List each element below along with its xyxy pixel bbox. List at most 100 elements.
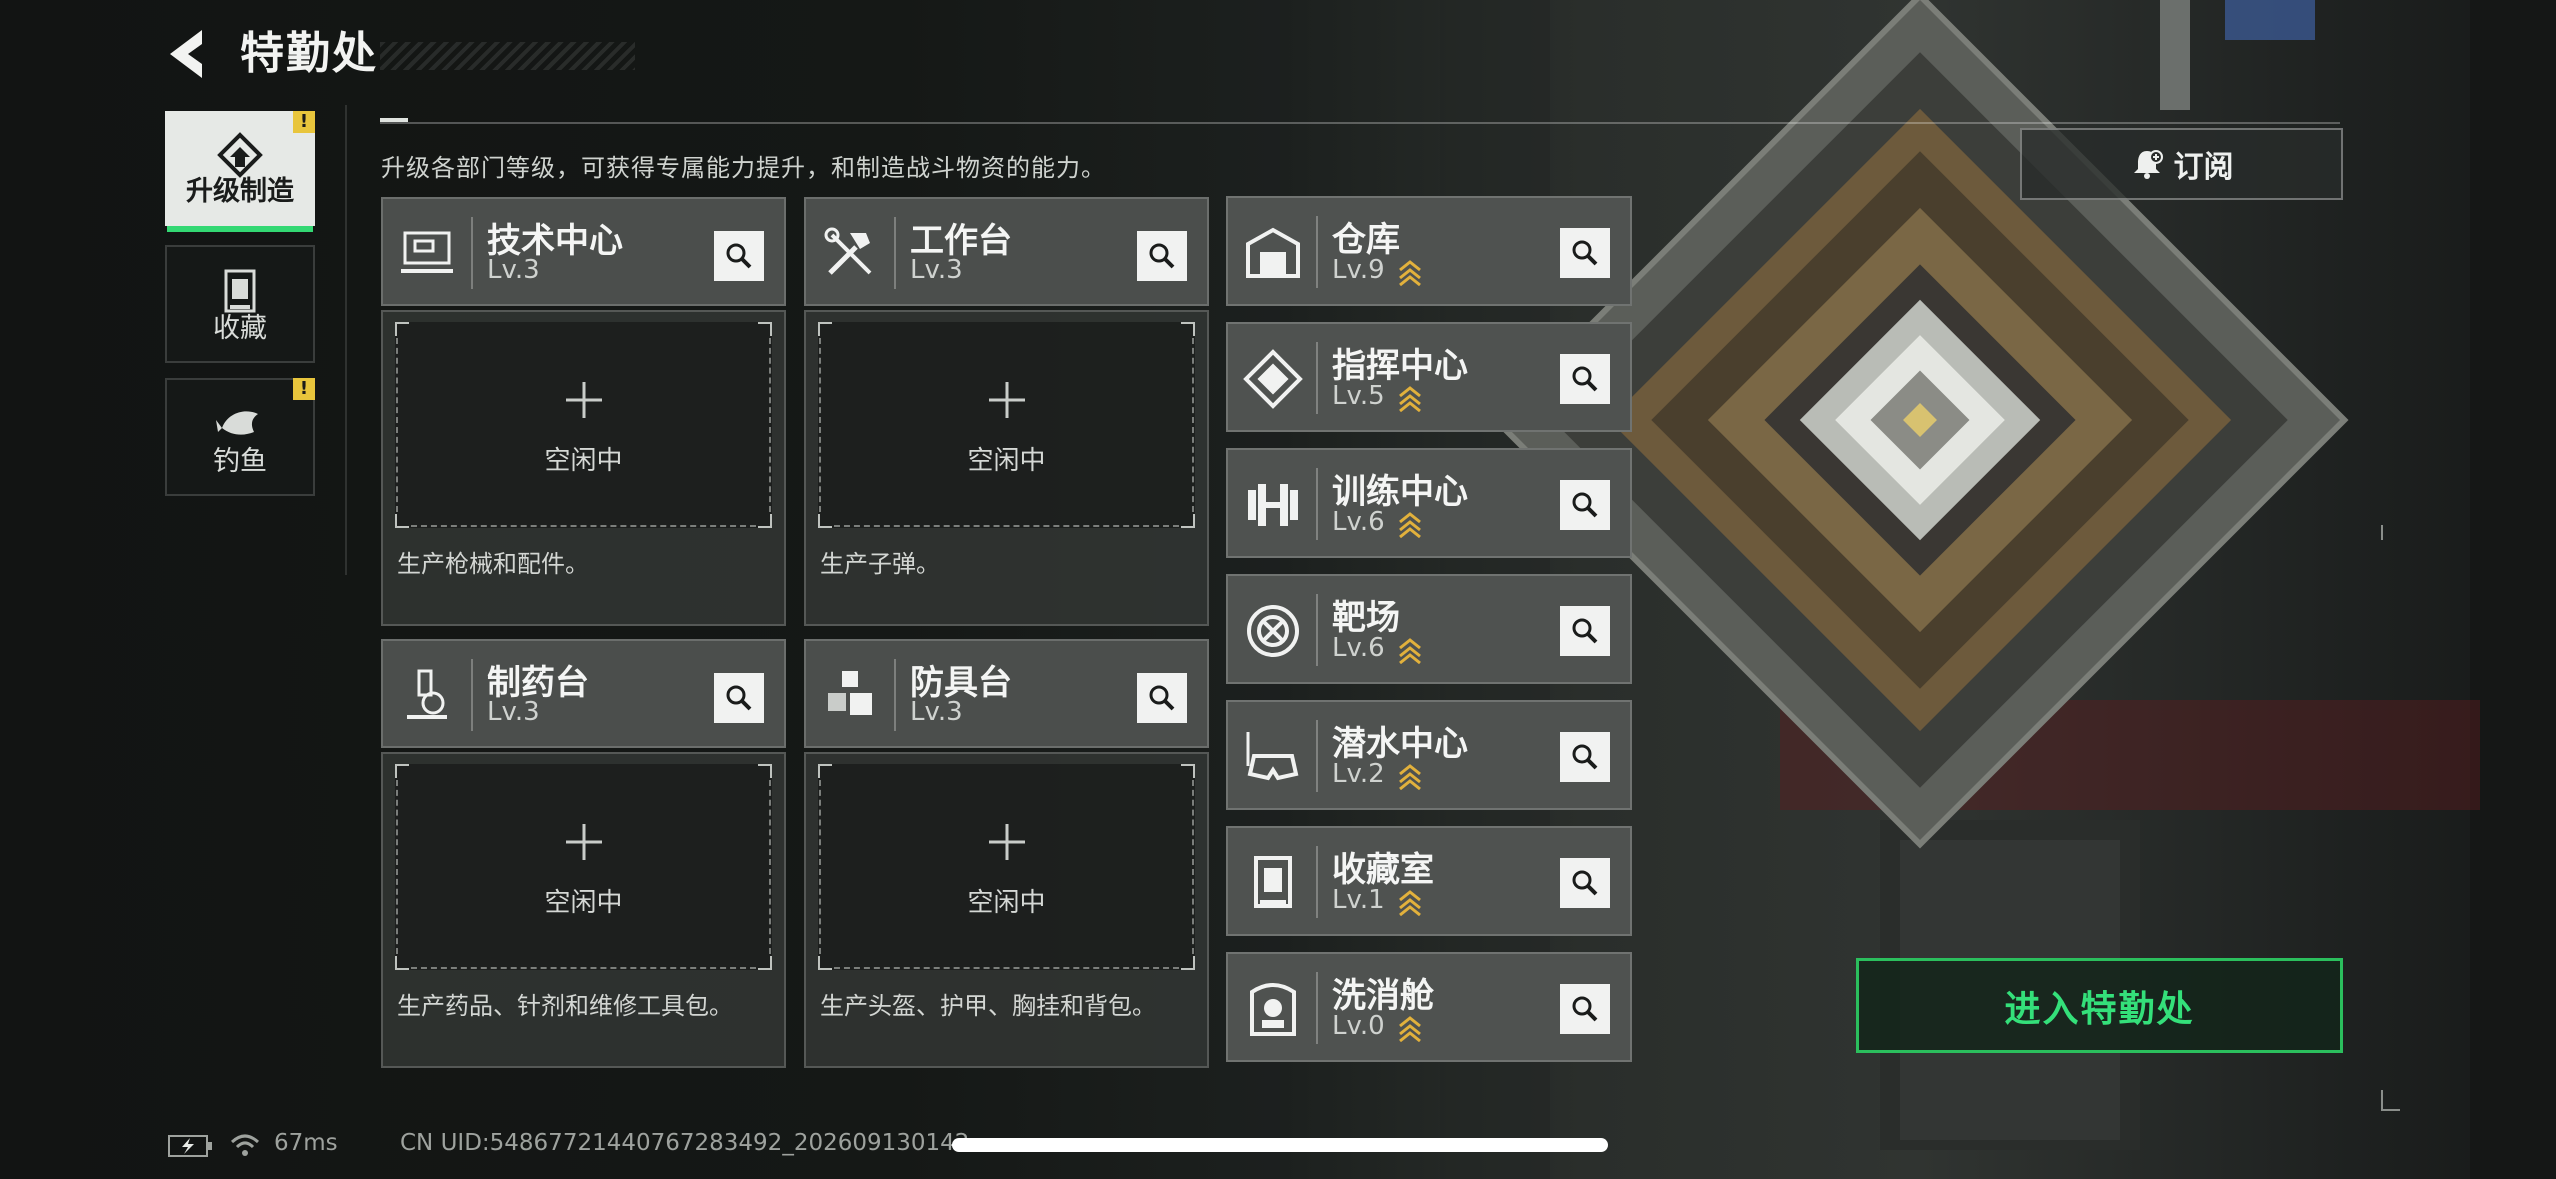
search-icon: [1149, 243, 1175, 269]
diving-mask-icon: [1246, 732, 1299, 781]
inspect-button[interactable]: [1560, 228, 1610, 278]
department-level: Lv.9: [1332, 255, 1385, 285]
header-separator: [1316, 594, 1318, 666]
workshop-body: 空闲中 生产枪械和配件。: [381, 310, 786, 626]
slot-status: 空闲中: [967, 888, 1046, 918]
decon-chamber-icon: [1250, 983, 1296, 1036]
sidebar-divider: [345, 105, 347, 575]
subscribe-button[interactable]: 订阅: [2020, 128, 2343, 200]
department-shooting-range[interactable]: 靶场 Lv.6: [1226, 574, 1632, 684]
header-separator: [1316, 846, 1318, 918]
workshop-level: Lv.3: [910, 697, 963, 727]
header-separator: [471, 217, 473, 289]
inspect-button[interactable]: [1560, 984, 1610, 1034]
inspect-button[interactable]: [714, 673, 764, 723]
title-decoration: [380, 42, 635, 70]
upgrade-icon: [217, 132, 263, 178]
header-separator: [894, 217, 896, 289]
wifi-icon: [230, 1134, 260, 1156]
header-separator: [894, 659, 896, 731]
department-level: Lv.1: [1332, 885, 1385, 915]
slot-status: 空闲中: [967, 446, 1046, 476]
search-icon: [726, 685, 752, 711]
department-level: Lv.2: [1332, 759, 1385, 789]
upgrade-chevron-icon: [1399, 512, 1421, 538]
tab-collection[interactable]: 收藏: [165, 245, 315, 363]
workshop-description: 生产药品、针剂和维修工具包。: [397, 992, 733, 1020]
production-slot[interactable]: 空闲中: [395, 322, 772, 528]
department-decon-chamber[interactable]: 洗消舱 Lv.0: [1226, 952, 1632, 1062]
upgrade-chevron-icon: [1399, 1016, 1421, 1042]
workshop-body: 空闲中 生产子弹。: [804, 310, 1209, 626]
user-uid: CN UID:5486772144076728349​2_20260913014…: [400, 1130, 970, 1156]
header-divider: [380, 122, 2340, 124]
plus-icon: [565, 824, 602, 860]
department-training-center[interactable]: 训练中心 Lv.6: [1226, 448, 1632, 558]
search-icon: [1572, 996, 1598, 1022]
slot-status: 空闲中: [544, 446, 623, 476]
collection-case-icon: [1254, 856, 1292, 908]
ping-readout: 67ms: [274, 1130, 338, 1156]
department-level: Lv.5: [1332, 381, 1385, 411]
enter-special-ops-button[interactable]: 进入特勤处: [1856, 958, 2343, 1053]
search-icon: [1149, 685, 1175, 711]
tools-icon: [824, 227, 872, 275]
header-separator: [471, 659, 473, 731]
workshop-description: 生产子弹。: [820, 550, 940, 578]
target-icon: [1247, 605, 1299, 657]
bell-icon: [2133, 150, 2163, 179]
search-icon: [1572, 618, 1598, 644]
workshop-level: Lv.3: [487, 697, 540, 727]
inspect-button[interactable]: [714, 231, 764, 281]
department-name: 仓库: [1332, 220, 1400, 260]
department-name: 指挥中心: [1332, 346, 1468, 386]
tab-upgrade-craft[interactable]: 升级制造 !: [165, 111, 315, 232]
slot-status: 空闲中: [544, 888, 623, 918]
warehouse-icon: [1246, 227, 1300, 278]
fish-icon: [216, 411, 258, 435]
workshop-header[interactable]: 工作台 Lv.3: [804, 197, 1209, 306]
inspect-button[interactable]: [1137, 673, 1187, 723]
production-slot[interactable]: 空闲中: [395, 764, 772, 970]
workshop-level: Lv.3: [487, 255, 540, 285]
header-separator: [1316, 468, 1318, 540]
back-arrow-icon: [170, 30, 202, 78]
inspect-button[interactable]: [1560, 606, 1610, 656]
upgrade-chevron-icon: [1399, 260, 1421, 286]
department-name: 洗消舱: [1332, 976, 1434, 1016]
dumbbell-icon: [1248, 484, 1298, 526]
workshop-header[interactable]: 防具台 Lv.3: [804, 639, 1209, 748]
workshop-body: 空闲中 生产头盔、护甲、胸挂和背包。: [804, 752, 1209, 1068]
subscribe-label: 订阅: [2173, 150, 2234, 185]
workshop-body: 空闲中 生产药品、针剂和维修工具包。: [381, 752, 786, 1068]
workshop-header[interactable]: 制药台 Lv.3: [381, 639, 786, 748]
inspect-button[interactable]: [1560, 732, 1610, 782]
workshop-level: Lv.3: [910, 255, 963, 285]
production-slot[interactable]: 空闲中: [818, 322, 1195, 528]
inspect-button[interactable]: [1560, 858, 1610, 908]
plus-icon: [565, 382, 602, 418]
inspect-button[interactable]: [1137, 231, 1187, 281]
department-diving-center[interactable]: 潜水中心 Lv.2: [1226, 700, 1632, 810]
inspect-button[interactable]: [1560, 354, 1610, 404]
department-command-center[interactable]: 指挥中心 Lv.5: [1226, 322, 1632, 432]
department-warehouse[interactable]: 仓库 Lv.9: [1226, 196, 1632, 306]
department-level: Lv.6: [1332, 507, 1385, 537]
back-button[interactable]: [160, 24, 220, 84]
armor-cubes-icon: [828, 671, 872, 715]
microscope-icon: [407, 669, 447, 719]
alert-badge: !: [293, 111, 315, 133]
department-name: 训练中心: [1332, 472, 1468, 512]
header-separator: [1316, 216, 1318, 288]
inspect-button[interactable]: [1560, 480, 1610, 530]
command-chip-icon: [1243, 349, 1303, 409]
home-indicator[interactable]: [952, 1138, 1608, 1152]
tab-fishing[interactable]: 钓鱼 !: [165, 378, 315, 496]
workshop-header[interactable]: 技术中心 Lv.3: [381, 197, 786, 306]
search-icon: [726, 243, 752, 269]
intro-text: 升级各部门等级，可获得专属能力提升，和制造战斗物资的能力。: [381, 154, 1106, 182]
enter-button-label: 进入特勤处: [2004, 988, 2195, 1030]
production-slot[interactable]: 空闲中: [818, 764, 1195, 970]
department-collection-room[interactable]: 收藏室 Lv.1: [1226, 826, 1632, 936]
upgrade-chevron-icon: [1399, 890, 1421, 916]
